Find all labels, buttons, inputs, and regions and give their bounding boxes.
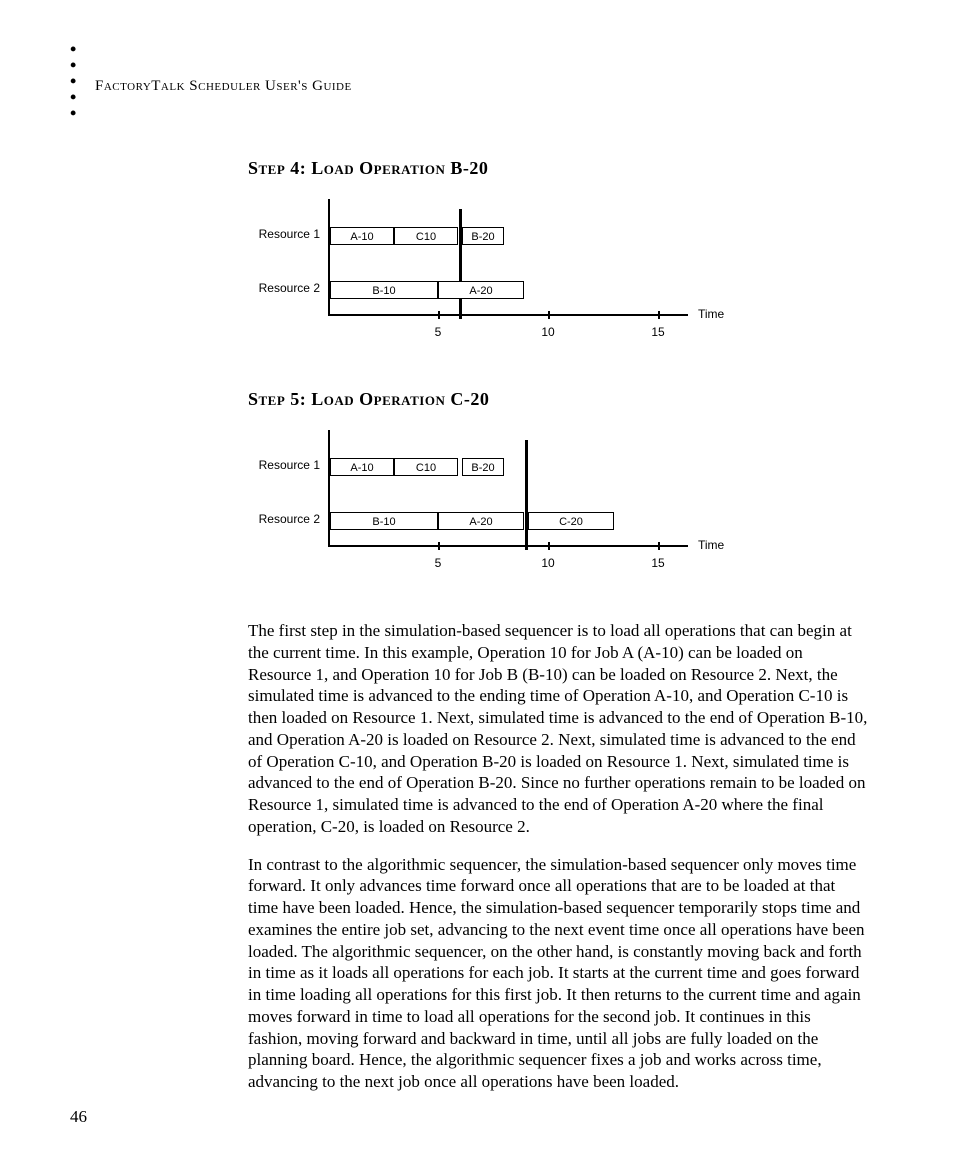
- step5-heading: Step 5: Load Operation C-20: [248, 389, 868, 410]
- chart2-op-c20: C-20: [528, 512, 614, 530]
- chart2-tick-5: [438, 542, 440, 550]
- step5-chart: Resource 1 Resource 2 5 10 15 Time A-10 …: [248, 430, 868, 590]
- chart1-ticklabel-5: 5: [428, 325, 448, 339]
- page: ••••• FactoryTalk Scheduler User's Guide…: [0, 0, 954, 1163]
- step4-heading: Step 4: Load Operation B-20: [248, 158, 868, 179]
- chart2-op-c10: C10: [394, 458, 458, 476]
- chart1-tick-15: [658, 311, 660, 319]
- chart1-ticklabel-15: 15: [648, 325, 668, 339]
- chart1-time-label: Time: [698, 307, 724, 321]
- chart2-r2-label: Resource 2: [248, 512, 320, 526]
- chart1-op-a10: A-10: [330, 227, 394, 245]
- chart1-r2-label: Resource 2: [248, 281, 320, 295]
- step4-chart: Resource 1 Resource 2 5 10 15 Time A-10 …: [248, 199, 868, 359]
- chart2-op-b10: B-10: [330, 512, 438, 530]
- chart1-tick-10: [548, 311, 550, 319]
- chart1-ticklabel-10: 10: [538, 325, 558, 339]
- page-number: 46: [70, 1107, 87, 1127]
- chart1-r1-label: Resource 1: [248, 227, 320, 241]
- chart2-tick-15: [658, 542, 660, 550]
- chart2-ticklabel-10: 10: [538, 556, 558, 570]
- paragraph-2: In contrast to the algorithmic sequencer…: [248, 854, 868, 1093]
- side-bullets: •••••: [70, 42, 76, 122]
- chart2-ticklabel-15: 15: [648, 556, 668, 570]
- chart2-op-a10: A-10: [330, 458, 394, 476]
- chart1-time-marker: [459, 209, 462, 319]
- running-header: FactoryTalk Scheduler User's Guide: [95, 78, 352, 95]
- chart1-op-a20: A-20: [438, 281, 524, 299]
- content-area: Step 4: Load Operation B-20 Resource 1 R…: [248, 158, 868, 1109]
- chart2-r1-label: Resource 1: [248, 458, 320, 472]
- chart1-op-c10: C10: [394, 227, 458, 245]
- chart2-time-marker: [525, 440, 528, 550]
- chart2-op-b20: B-20: [462, 458, 504, 476]
- paragraph-1: The first step in the simulation-based s…: [248, 620, 868, 838]
- chart1-op-b10: B-10: [330, 281, 438, 299]
- chart1-op-b20: B-20: [462, 227, 504, 245]
- chart2-ticklabel-5: 5: [428, 556, 448, 570]
- chart2-op-a20: A-20: [438, 512, 524, 530]
- chart1-xaxis: [328, 314, 688, 316]
- chart1-tick-5: [438, 311, 440, 319]
- chart2-time-label: Time: [698, 538, 724, 552]
- chart2-xaxis: [328, 545, 688, 547]
- chart2-tick-10: [548, 542, 550, 550]
